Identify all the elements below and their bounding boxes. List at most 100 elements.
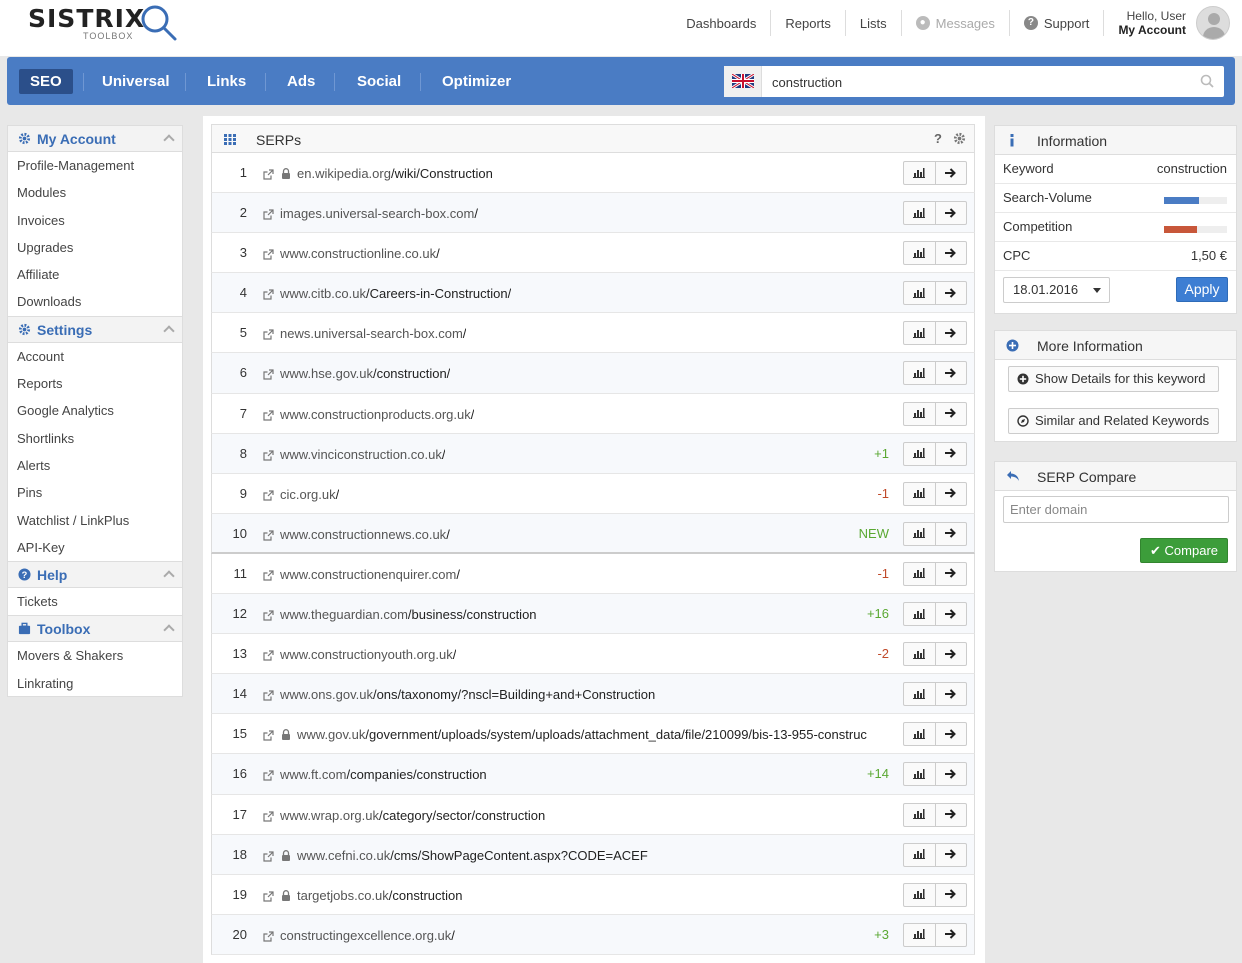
sistrix-logo[interactable]: SISTRIX TOOLBOX xyxy=(28,4,188,44)
result-url[interactable]: www.ft.com/companies/construction xyxy=(280,767,487,782)
result-url[interactable]: www.citb.co.uk/Careers-in-Construction/ xyxy=(280,286,511,301)
result-url[interactable]: www.wrap.org.uk/category/sector/construc… xyxy=(280,808,545,823)
result-url[interactable]: www.cefni.co.uk/cms/ShowPageContent.aspx… xyxy=(297,848,648,863)
chart-button[interactable] xyxy=(904,523,935,545)
external-link-icon[interactable] xyxy=(263,729,274,741)
external-link-icon[interactable] xyxy=(263,649,274,661)
sidebar-item-downloads[interactable]: Downloads xyxy=(7,288,183,316)
open-button[interactable] xyxy=(934,442,966,465)
external-link-icon[interactable] xyxy=(263,248,274,260)
apply-button[interactable]: Apply xyxy=(1176,277,1228,302)
result-url[interactable]: www.theguardian.com/business/constructio… xyxy=(280,607,537,622)
open-button[interactable] xyxy=(934,603,966,626)
settings-cog-icon[interactable] xyxy=(953,132,966,145)
module-social[interactable]: Social xyxy=(357,71,401,93)
module-links[interactable]: Links xyxy=(207,71,246,93)
open-button[interactable] xyxy=(934,683,966,706)
result-url[interactable]: cic.org.uk/ xyxy=(280,487,339,502)
external-link-icon[interactable] xyxy=(263,409,274,421)
external-link-icon[interactable] xyxy=(263,810,274,822)
open-button[interactable] xyxy=(934,803,966,826)
chart-button[interactable] xyxy=(904,403,935,425)
reports-link[interactable]: Reports xyxy=(771,10,846,36)
module-ads[interactable]: Ads xyxy=(287,71,315,93)
search-input[interactable] xyxy=(772,72,1192,92)
sidebar-item-modules[interactable]: Modules xyxy=(7,179,183,207)
chart-button[interactable] xyxy=(904,242,935,264)
open-button[interactable] xyxy=(934,643,966,666)
chart-button[interactable] xyxy=(904,362,935,384)
chevron-up-icon[interactable] xyxy=(163,325,175,337)
sidebar-item-shortlinks[interactable]: Shortlinks xyxy=(7,424,183,452)
open-button[interactable] xyxy=(934,923,966,946)
result-url[interactable]: news.universal-search-box.com/ xyxy=(280,326,466,341)
open-button[interactable] xyxy=(934,162,966,184)
external-link-icon[interactable] xyxy=(263,449,274,461)
sidebar-item-linkrating[interactable]: Linkrating xyxy=(7,669,183,698)
open-button[interactable] xyxy=(934,282,966,305)
open-button[interactable] xyxy=(934,562,966,585)
sidebar-item-profile-management[interactable]: Profile-Management xyxy=(7,152,183,180)
result-url[interactable]: targetjobs.co.uk/construction xyxy=(297,888,462,903)
external-link-icon[interactable] xyxy=(263,930,274,942)
sidebar-item-watchlist[interactable]: Watchlist / LinkPlus xyxy=(7,506,183,534)
module-optimizer[interactable]: Optimizer xyxy=(442,71,511,93)
open-button[interactable] xyxy=(934,202,966,225)
open-button[interactable] xyxy=(934,763,966,786)
result-url[interactable]: www.vinciconstruction.co.uk/ xyxy=(280,447,445,462)
module-universal[interactable]: Universal xyxy=(102,71,170,93)
external-link-icon[interactable] xyxy=(263,529,274,541)
result-url[interactable]: www.gov.uk/government/uploads/system/upl… xyxy=(297,727,867,742)
chart-button[interactable] xyxy=(904,804,935,826)
open-button[interactable] xyxy=(934,723,966,746)
module-seo[interactable]: SEO xyxy=(19,69,73,94)
chart-button[interactable] xyxy=(904,844,935,866)
sidebar-item-movers-shakers[interactable]: Movers & Shakers xyxy=(7,642,183,670)
sidebar-item-affiliate[interactable]: Affiliate xyxy=(7,261,183,289)
chart-button[interactable] xyxy=(904,643,935,665)
chart-button[interactable] xyxy=(904,683,935,705)
external-link-icon[interactable] xyxy=(263,288,274,300)
result-url[interactable]: constructingexcellence.org.uk/ xyxy=(280,928,455,943)
sidebar-item-reports[interactable]: Reports xyxy=(7,370,183,398)
result-url[interactable]: www.constructionline.co.uk/ xyxy=(280,246,440,261)
sidebar-item-alerts[interactable]: Alerts xyxy=(7,451,183,480)
open-button[interactable] xyxy=(934,362,966,385)
chart-button[interactable] xyxy=(904,322,935,344)
sidebar-item-upgrades[interactable]: Upgrades xyxy=(7,233,183,262)
show-details-button[interactable]: Show Details for this keyword xyxy=(1008,366,1219,392)
support-link[interactable]: ? Support xyxy=(1010,10,1105,36)
external-link-icon[interactable] xyxy=(263,609,274,621)
sidebar-section-settings[interactable]: Settings xyxy=(7,315,183,343)
chart-button[interactable] xyxy=(904,443,935,465)
compare-button[interactable]: ✔ Compare xyxy=(1140,538,1228,563)
result-url[interactable]: www.constructionyouth.org.uk/ xyxy=(280,647,456,662)
external-link-icon[interactable] xyxy=(263,890,274,902)
chart-button[interactable] xyxy=(904,884,935,906)
my-account-link[interactable]: My Account xyxy=(1118,23,1186,37)
messages-link[interactable]: ● Messages xyxy=(902,10,1010,36)
domain-input[interactable]: Enter domain xyxy=(1003,496,1229,523)
chart-button[interactable] xyxy=(904,603,935,625)
external-link-icon[interactable] xyxy=(263,368,274,381)
open-button[interactable] xyxy=(934,522,966,545)
result-url[interactable]: images.universal-search-box.com/ xyxy=(280,206,478,221)
open-button[interactable] xyxy=(934,883,966,906)
chart-button[interactable] xyxy=(904,282,935,304)
sidebar-section-help[interactable]: ? Help xyxy=(7,561,183,589)
external-link-icon[interactable] xyxy=(263,689,274,701)
open-button[interactable] xyxy=(934,242,966,265)
external-link-icon[interactable] xyxy=(263,328,274,340)
open-button[interactable] xyxy=(934,402,966,425)
result-url[interactable]: www.ons.gov.uk/ons/taxonomy/?nscl=Buildi… xyxy=(280,687,655,702)
sidebar-section-my-account[interactable]: My Account xyxy=(7,125,183,152)
help-button[interactable]: ? xyxy=(934,131,942,146)
external-link-icon[interactable] xyxy=(263,569,274,581)
sidebar-item-tickets[interactable]: Tickets xyxy=(7,588,183,616)
chart-button[interactable] xyxy=(904,162,935,184)
external-link-icon[interactable] xyxy=(263,489,274,501)
result-url[interactable]: www.constructionnews.co.uk/ xyxy=(280,527,450,542)
external-link-icon[interactable] xyxy=(263,208,274,220)
search-icon[interactable] xyxy=(1200,74,1214,88)
open-button[interactable] xyxy=(934,843,966,866)
